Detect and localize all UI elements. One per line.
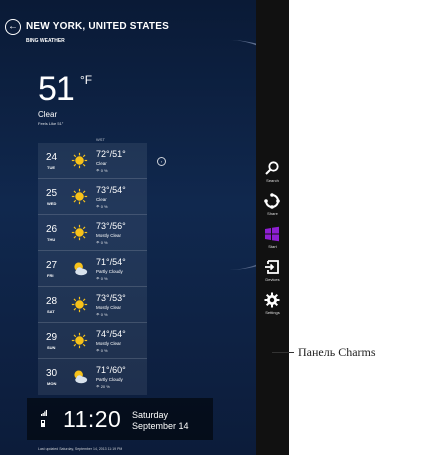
callout-line: [272, 352, 294, 353]
forecast-date: 30: [46, 368, 58, 379]
forecast-date: 24: [46, 152, 58, 163]
weather-app: ← NEW YORK, UNITED STATES BING WEATHER 5…: [0, 0, 289, 455]
share-icon: [264, 193, 280, 209]
feels-like: Feels Like 51°: [38, 121, 64, 126]
charm-label: Share: [267, 211, 278, 216]
forecast-weekday: FRI: [47, 273, 54, 278]
sun-icon: [71, 332, 88, 349]
sun-icon: [71, 188, 88, 205]
charm-label: Devices: [265, 277, 280, 282]
forecast-precip: ☂ 0 %: [96, 204, 108, 209]
forecast-precip: ☂ 20 %: [96, 384, 110, 389]
charm-devices[interactable]: Devices: [256, 259, 289, 293]
callout-label: Панель Charms: [298, 345, 376, 359]
forecast-weekday: SUN: [47, 345, 56, 350]
clock-weekday: Saturday: [132, 410, 169, 420]
forecast-precip: ☂ 0 %: [96, 276, 108, 281]
clock-time: 11:20: [63, 406, 122, 432]
charm-search[interactable]: Search: [256, 160, 289, 194]
forecast-high-low: 73°/56°: [96, 221, 126, 231]
current-condition: Clear: [38, 110, 58, 119]
forecast-day[interactable]: 27 FRI 71°/54° Partly Cloudy ☂ 0 %: [38, 251, 147, 287]
forecast-date: 27: [46, 260, 58, 271]
forecast-high-low: 72°/51°: [96, 149, 126, 159]
forecast-date: 26: [46, 224, 58, 235]
charm-label: Search: [266, 178, 279, 183]
sun-icon: [71, 296, 88, 313]
forecast-day[interactable]: 25 WED 73°/54° Clear ☂ 0 %: [38, 179, 147, 215]
forecast-day[interactable]: 28 SAT 73°/53° Mostly Clear ☂ 0 %: [38, 287, 147, 323]
next-page-button[interactable]: ›: [157, 157, 166, 166]
battery-icon: [41, 420, 45, 427]
temperature-unit[interactable]: °F: [80, 73, 92, 87]
forecast-high-low: 73°/53°: [96, 293, 126, 303]
charm-start[interactable]: Start: [256, 226, 289, 260]
forecast-condition: Clear: [96, 161, 107, 166]
charm-label: Start: [268, 244, 277, 249]
charm-settings[interactable]: Settings: [256, 292, 289, 326]
forecast-day[interactable]: 26 THU 73°/56° Mostly Clear ☂ 0 %: [38, 215, 147, 251]
forecast-condition: Mostly Clear: [96, 341, 122, 346]
windows-logo-icon: [265, 226, 279, 242]
signal-icon: [41, 410, 47, 416]
app-name: BING WEATHER: [26, 38, 65, 44]
forecast-weekday: MON: [47, 381, 57, 386]
forecast-condition: Clear: [96, 197, 107, 202]
forecast-weekday: WED: [47, 201, 57, 206]
charms-bar: Search Share Start Devices Settings: [256, 0, 289, 455]
forecast-date: 29: [46, 332, 58, 343]
forecast-weekday: TUE: [47, 165, 55, 170]
forecast-condition: Partly Cloudy: [96, 377, 123, 382]
back-button[interactable]: ←: [5, 19, 21, 35]
partly-cloudy-icon: [74, 262, 88, 276]
sun-icon: [71, 152, 88, 169]
forecast-day[interactable]: 24 TUE 72°/51° Clear ☂ 0 %: [38, 143, 147, 179]
arrow-left-icon: ←: [8, 21, 18, 32]
search-icon: [265, 161, 279, 175]
forecast-high-low: 71°/60°: [96, 365, 126, 375]
forecast-day[interactable]: 29 SUN 74°/54° Mostly Clear ☂ 0 %: [38, 323, 147, 359]
forecast-high-low: 73°/54°: [96, 185, 126, 195]
clock-date: September 14: [132, 421, 189, 431]
daily-forecast: 24 TUE 72°/51° Clear ☂ 0 % 25 WED 73°/54…: [38, 143, 147, 395]
devices-icon: [265, 260, 279, 274]
forecast-precip: ☂ 0 %: [96, 240, 108, 245]
sun-icon: [71, 224, 88, 241]
forecast-precip: ☂ 0 %: [96, 168, 108, 173]
gear-icon: [264, 292, 280, 308]
forecast-condition: Partly Cloudy: [96, 269, 123, 274]
charm-share[interactable]: Share: [256, 193, 289, 227]
forecast-high-low: 71°/54°: [96, 257, 126, 267]
forecast-precip: ☂ 0 %: [96, 312, 108, 317]
current-temperature: 51: [38, 70, 75, 108]
wind-header: WST: [96, 137, 105, 142]
forecast-day[interactable]: 30 MON 71°/60° Partly Cloudy ☂ 20 %: [38, 359, 147, 394]
chevron-right-icon: ›: [160, 159, 163, 164]
forecast-condition: Mostly Clear: [96, 305, 122, 310]
last-updated: Last updated Saturday, September 14, 201…: [38, 447, 123, 451]
forecast-high-low: 74°/54°: [96, 329, 126, 339]
partly-cloudy-icon: [74, 370, 88, 384]
forecast-weekday: SAT: [47, 309, 55, 314]
lock-time-panel: 11:20 Saturday September 14: [27, 398, 213, 440]
forecast-date: 25: [46, 188, 58, 199]
city-title: NEW YORK, UNITED STATES: [26, 21, 169, 32]
forecast-precip: ☂ 0 %: [96, 348, 108, 353]
charm-label: Settings: [265, 310, 280, 315]
forecast-date: 28: [46, 296, 58, 307]
forecast-weekday: THU: [47, 237, 56, 242]
forecast-condition: Mostly Clear: [96, 233, 122, 238]
